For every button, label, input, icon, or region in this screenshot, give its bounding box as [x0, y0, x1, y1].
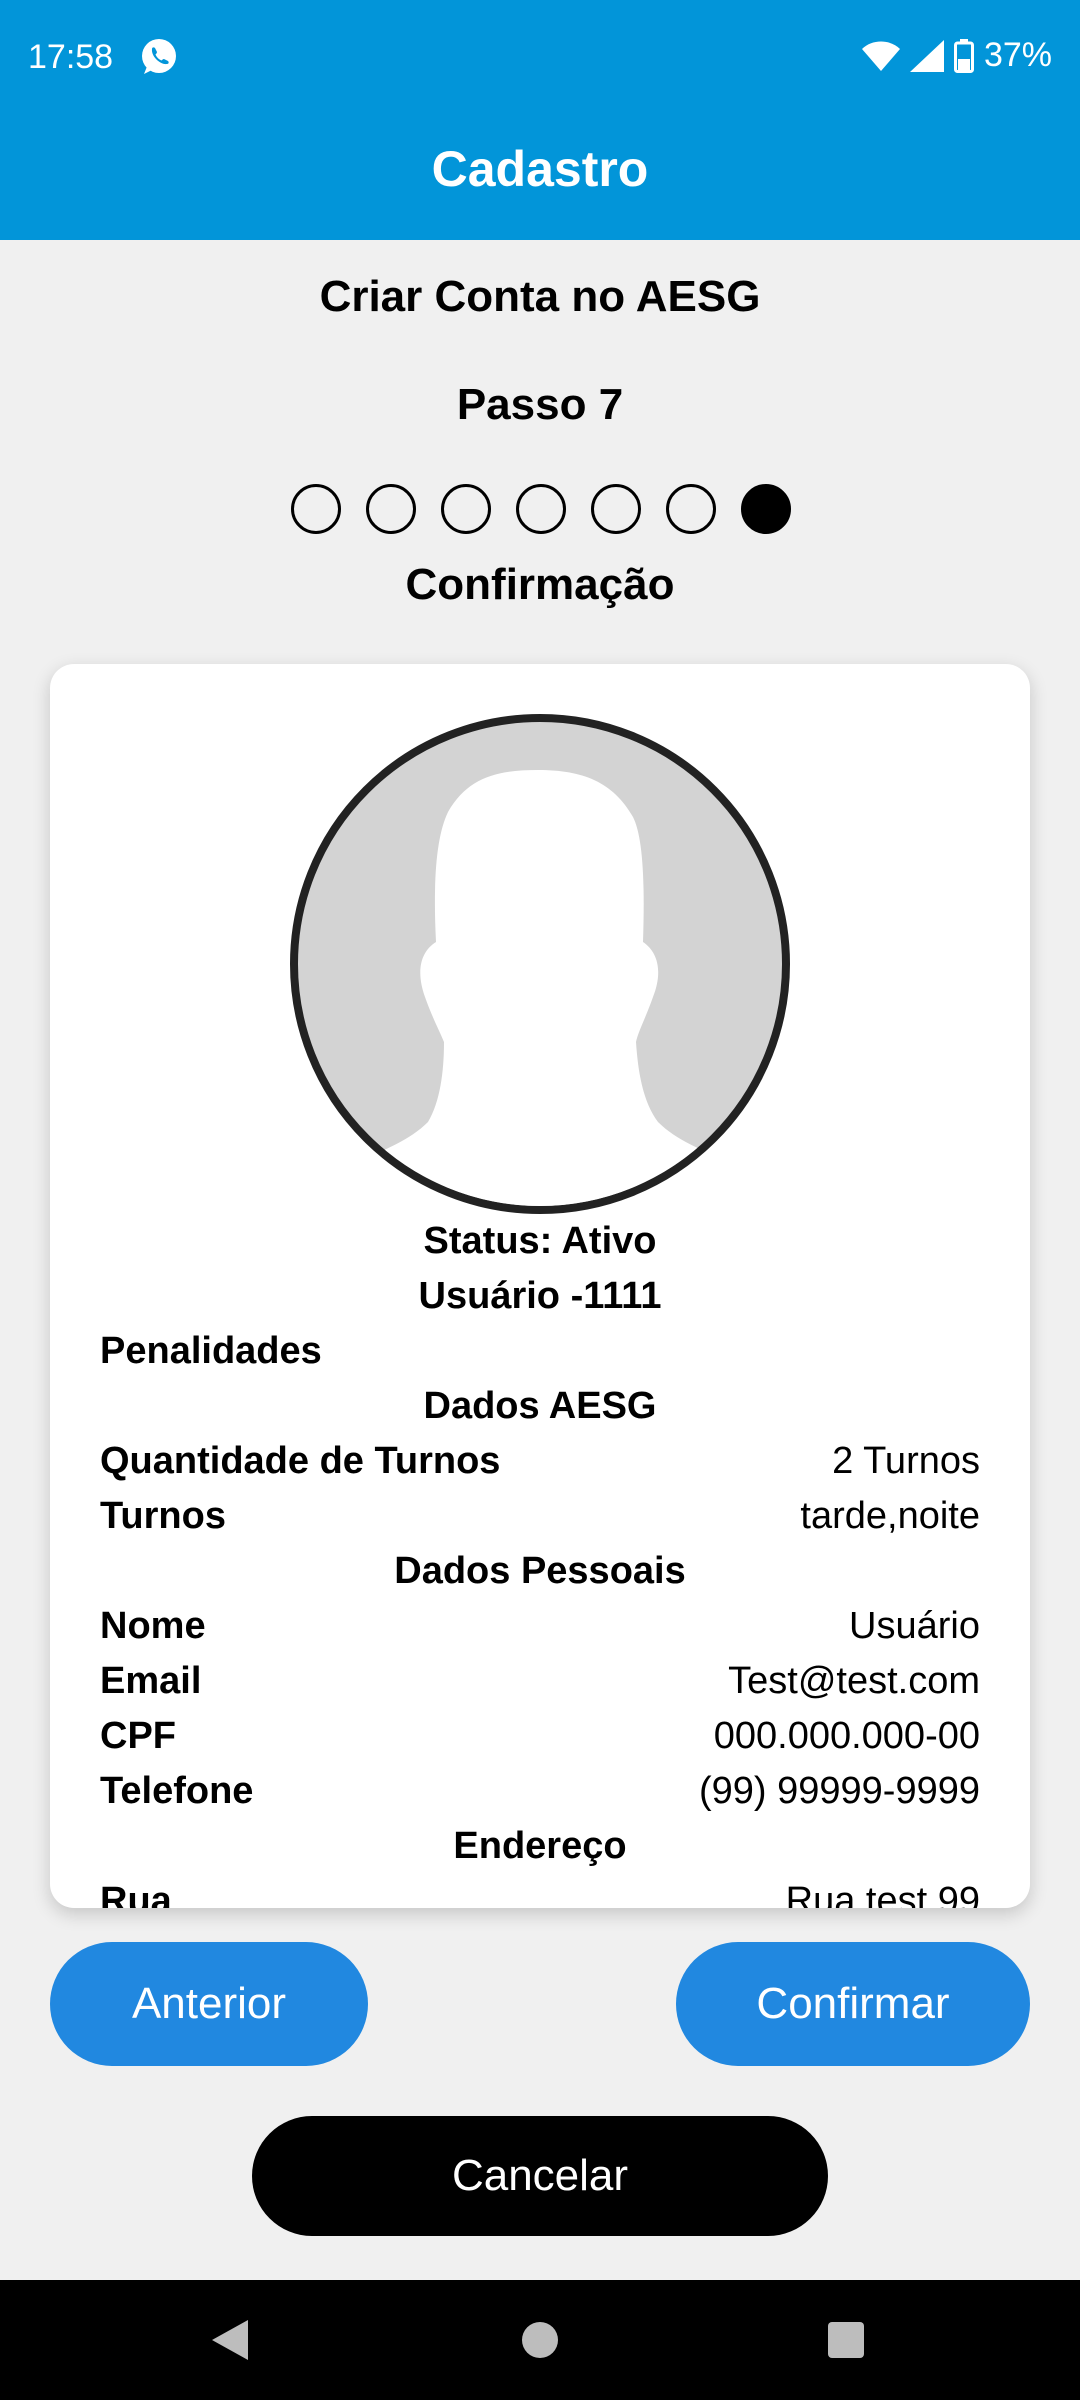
- cancel-button[interactable]: Cancelar: [252, 2116, 828, 2236]
- user-silhouette-icon: [358, 770, 728, 1206]
- battery-percent: 37%: [983, 36, 1052, 74]
- street-label: Rua: [100, 1880, 172, 1908]
- step-dot-1: [291, 484, 341, 534]
- app-title: Cadastro: [431, 141, 649, 197]
- step-label: Confirmação: [405, 560, 675, 609]
- cpf-value: 000.000.000-00: [713, 1715, 980, 1757]
- section-address: Endereço: [453, 1825, 627, 1867]
- user-text: Usuário -1111: [418, 1275, 662, 1317]
- shifts-label: Turnos: [100, 1495, 226, 1537]
- system-nav-bar: [0, 2280, 1080, 2400]
- name-row: Nome Usuário: [100, 1599, 980, 1654]
- phone-row: Telefone (99) 99999-9999: [100, 1764, 980, 1819]
- email-label: Email: [100, 1660, 202, 1702]
- wifi-icon: [861, 41, 900, 71]
- confirm-button[interactable]: Confirmar: [676, 1942, 1030, 2066]
- email-value: Test@test.com: [728, 1660, 980, 1702]
- street-value: Rua test 99: [785, 1880, 980, 1908]
- step-dot-6: [666, 484, 716, 534]
- step-indicator: [291, 484, 791, 534]
- step-dot-3: [441, 484, 491, 534]
- step-dot-4: [516, 484, 566, 534]
- profile-details: Status: Ativo Usuário -1111 Penalidades …: [100, 1214, 980, 1908]
- step-dot-2: [366, 484, 416, 534]
- page-title: Criar Conta no AESG: [319, 272, 761, 321]
- back-nav-icon[interactable]: [170, 2280, 290, 2400]
- email-row: Email Test@test.com: [100, 1654, 980, 1709]
- status-indicators: 37%: [861, 36, 1052, 75]
- confirmation-card[interactable]: Status: Ativo Usuário -1111 Penalidades …: [50, 664, 1030, 1908]
- whatsapp-icon: [138, 36, 180, 78]
- status-text: Status: Ativo: [423, 1220, 657, 1262]
- status-bar: 17:58 37%: [0, 0, 1080, 116]
- home-nav-icon[interactable]: [480, 2280, 600, 2400]
- shifts-quantity-value: 2 Turnos: [832, 1440, 980, 1482]
- penalties-label: Penalidades: [100, 1330, 322, 1372]
- section-personal: Dados Pessoais: [394, 1550, 686, 1592]
- step-title: Passo 7: [456, 380, 624, 429]
- app-header: 17:58 37% Cadastro: [0, 0, 1080, 240]
- signal-icon: [909, 39, 944, 72]
- cpf-row: CPF 000.000.000-00: [100, 1709, 980, 1764]
- battery-icon: [953, 38, 974, 73]
- name-label: Nome: [100, 1605, 206, 1647]
- phone-value: (99) 99999-9999: [699, 1770, 980, 1812]
- step-dot-7: [741, 484, 791, 534]
- avatar: [290, 714, 790, 1214]
- shifts-row: Turnos tarde,noite: [100, 1489, 980, 1544]
- previous-button[interactable]: Anterior: [50, 1942, 368, 2066]
- street-row: Rua Rua test 99: [100, 1874, 980, 1908]
- cpf-label: CPF: [100, 1715, 176, 1757]
- status-time: 17:58: [28, 38, 114, 76]
- recent-apps-nav-icon[interactable]: [786, 2280, 906, 2400]
- shifts-quantity-label: Quantidade de Turnos: [100, 1440, 501, 1482]
- phone-label: Telefone: [100, 1770, 254, 1812]
- shifts-quantity-row: Quantidade de Turnos 2 Turnos: [100, 1434, 980, 1489]
- section-aesg: Dados AESG: [423, 1385, 657, 1427]
- shifts-value: tarde,noite: [800, 1495, 980, 1537]
- step-dot-5: [591, 484, 641, 534]
- name-value: Usuário: [849, 1605, 980, 1647]
